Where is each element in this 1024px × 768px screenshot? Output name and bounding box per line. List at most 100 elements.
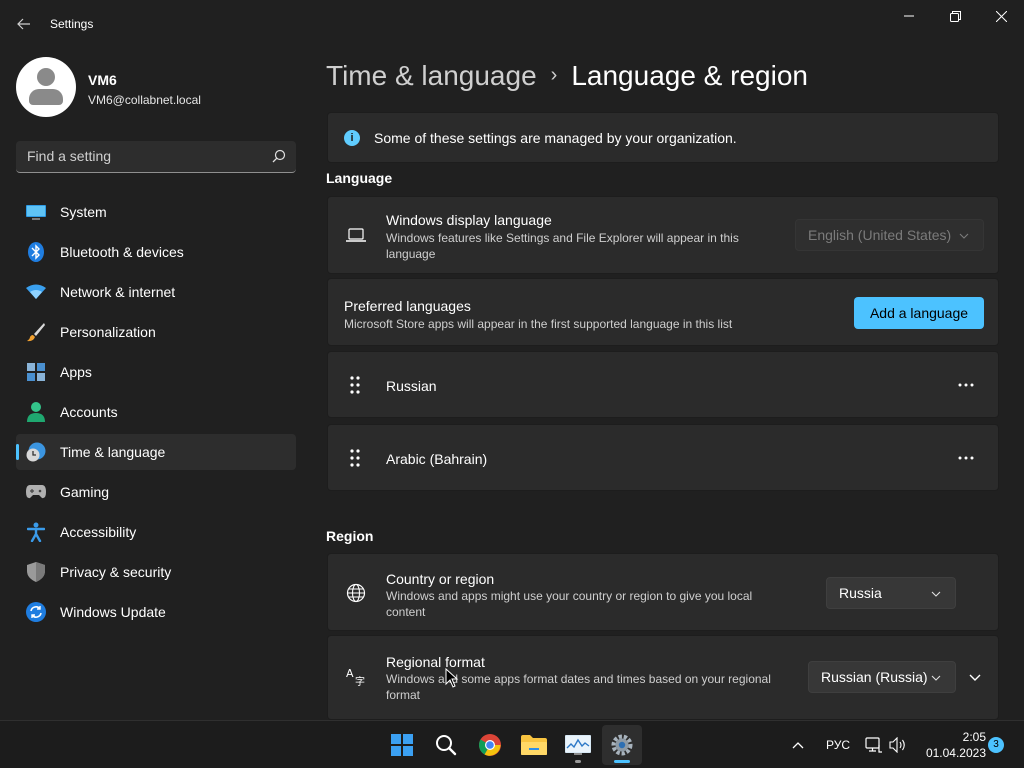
drag-handle-icon[interactable] [348,376,362,394]
sidebar-item-accessibility[interactable]: Accessibility [16,514,296,550]
display-language-dropdown: English (United States) [795,219,984,251]
bluetooth-icon [26,242,46,262]
restore-button[interactable] [932,4,978,28]
app-title: Settings [50,17,94,31]
info-bar-text: Some of these settings are managed by yo… [374,130,737,146]
country-region-description: Windows and apps might use your country … [386,589,753,619]
user-profile[interactable]: VM6 VM6@collabnet.local [16,57,306,117]
country-region-title: Country or region [386,571,495,587]
section-header-region: Region [326,528,374,544]
display-language-title: Windows display language [386,212,552,228]
minimize-icon [904,15,914,17]
sidebar-item-windows-update[interactable]: Windows Update [16,594,296,630]
taskbar-performance-monitor[interactable] [558,725,598,765]
sidebar-item-time-language[interactable]: Time & language [16,434,296,470]
taskbar-search-button[interactable] [426,725,466,765]
start-button[interactable] [382,725,422,765]
update-icon [26,602,46,622]
sidebar-item-network[interactable]: Network & internet [16,274,296,310]
sidebar-item-privacy[interactable]: Privacy & security [16,554,296,590]
sidebar-item-label: Privacy & security [60,564,172,580]
sidebar-item-label: Windows Update [60,604,166,620]
sidebar-item-bluetooth[interactable]: Bluetooth & devices [16,234,296,270]
language-item-arabic-bahrain[interactable]: Arabic (Bahrain) [327,424,999,491]
regional-format-icon: A字 [345,665,367,687]
sidebar-item-personalization[interactable]: Personalization [16,314,296,350]
sidebar-item-label: Accessibility [60,524,137,540]
taskbar-chrome[interactable] [470,725,510,765]
more-options-icon[interactable] [956,453,976,463]
search-input[interactable] [16,141,264,171]
avatar [16,57,76,117]
preferred-languages-title: Preferred languages [344,298,471,314]
accessibility-icon [26,522,46,542]
settings-gear-icon [611,734,633,756]
show-hidden-icons-button[interactable] [790,735,806,755]
apps-grid-icon [26,362,46,382]
display-language-card: Windows display language Windows feature… [327,196,999,274]
breadcrumb: Time & language › Language & region [326,60,808,92]
person-icon [26,402,46,422]
title-bar: Settings [0,0,1024,48]
country-region-value: Russia [839,585,882,601]
network-status[interactable] [864,735,884,755]
language-item-russian[interactable]: Russian [327,351,999,418]
regional-format-card[interactable]: A字 Regional format Windows and some apps… [327,635,999,720]
mouse-cursor-icon [445,668,459,688]
volume-control[interactable] [888,735,908,755]
chevron-up-icon [792,742,804,749]
brush-icon [26,322,46,342]
laptop-icon [345,224,367,246]
sidebar: VM6 VM6@collabnet.local System Bluetooth… [0,48,310,720]
gamepad-icon [26,482,46,502]
language-name: Arabic (Bahrain) [386,451,488,467]
more-options-icon[interactable] [956,380,976,390]
taskbar-settings[interactable] [602,725,642,765]
section-header-language: Language [326,170,393,186]
clock-date: 01.04.2023 [925,746,986,760]
svg-text:A: A [346,667,354,680]
sidebar-item-apps[interactable]: Apps [16,354,296,390]
search-icon [436,735,457,756]
sidebar-item-label: Apps [60,364,92,380]
sidebar-item-label: Network & internet [60,284,176,300]
regional-format-dropdown[interactable]: Russian (Russia) [808,661,956,693]
performance-monitor-icon [565,735,591,755]
windows-start-icon [391,734,413,756]
shield-icon [26,562,46,582]
sidebar-item-label: System [60,204,107,220]
chevron-down-icon [959,233,969,239]
drag-handle-icon[interactable] [348,449,362,467]
sidebar-item-label: Accounts [60,404,118,420]
minimize-button[interactable] [886,4,932,28]
add-language-button[interactable]: Add a language [854,297,984,329]
sidebar-item-gaming[interactable]: Gaming [16,474,296,510]
sidebar-item-accounts[interactable]: Accounts [16,394,296,430]
country-region-dropdown[interactable]: Russia [826,577,956,609]
clock[interactable]: 2:05 01.04.2023 [916,729,986,761]
search-icon[interactable] [272,149,286,163]
file-explorer-icon [521,735,547,755]
close-button[interactable] [978,4,1024,28]
running-indicator [575,760,581,763]
chevron-down-icon [931,591,941,597]
sidebar-item-label: Bluetooth & devices [60,244,184,260]
input-language-indicator[interactable]: РУС [826,738,850,752]
profile-email: VM6@collabnet.local [88,93,201,107]
notification-badge[interactable]: 3 [988,737,1004,753]
back-button[interactable] [12,12,36,36]
clock-time: 2:05 [962,730,986,744]
sidebar-item-label: Time & language [60,444,166,460]
breadcrumb-parent[interactable]: Time & language [326,60,537,91]
network-ethernet-icon [865,737,882,753]
taskbar-file-explorer[interactable] [514,725,554,765]
chevron-down-icon [931,675,941,681]
breadcrumb-separator: › [550,64,558,86]
wifi-icon [26,282,46,302]
expand-chevron-icon[interactable] [968,670,982,684]
sidebar-item-label: Personalization [60,324,156,340]
profile-name: VM6 [88,72,117,88]
main-content: Time & language › Language & region i Some… [310,48,1024,720]
active-indicator [614,760,630,763]
sidebar-item-system[interactable]: System [16,194,296,230]
